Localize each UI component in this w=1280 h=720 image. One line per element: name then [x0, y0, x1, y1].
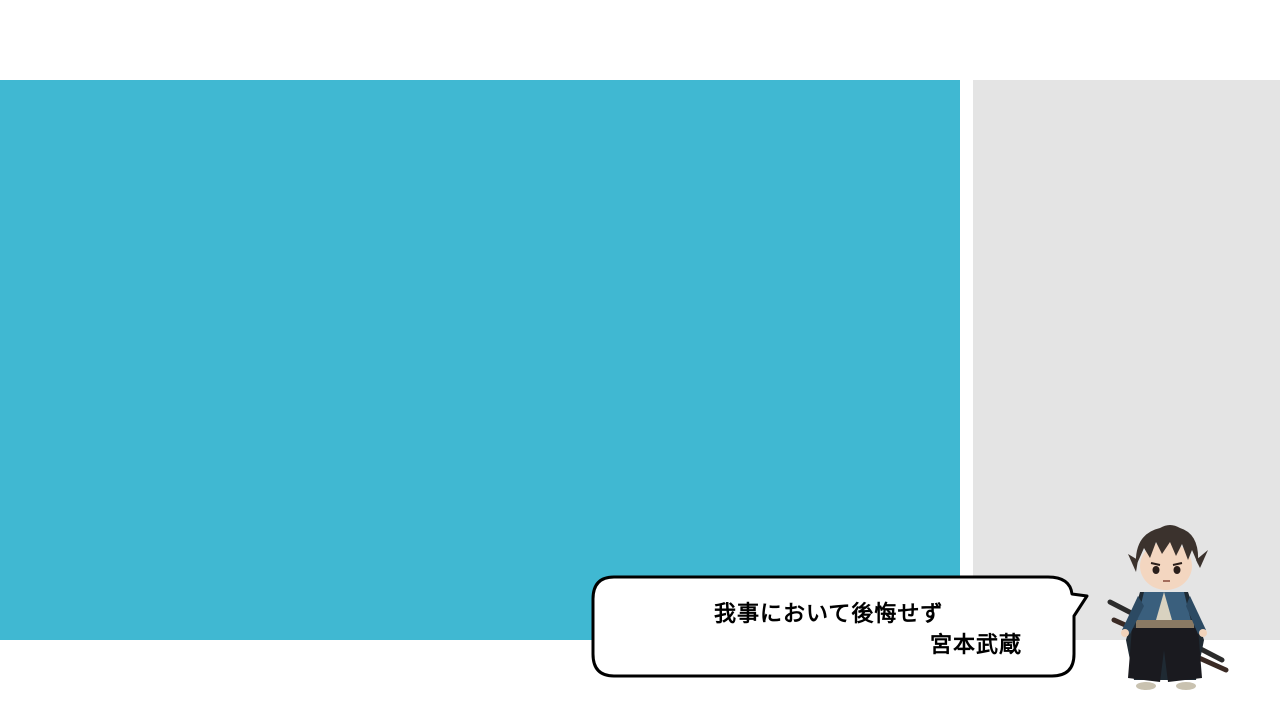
slide: 我事において後悔せず 宮本武蔵	[0, 0, 1280, 720]
speech-bubble-text: 我事において後悔せず 宮本武蔵	[600, 582, 1070, 674]
main-content-panel	[0, 80, 960, 640]
quote-author: 宮本武蔵	[930, 633, 1023, 658]
quote-text: 我事において後悔せず	[714, 602, 944, 627]
samurai-character-icon	[1107, 525, 1229, 690]
